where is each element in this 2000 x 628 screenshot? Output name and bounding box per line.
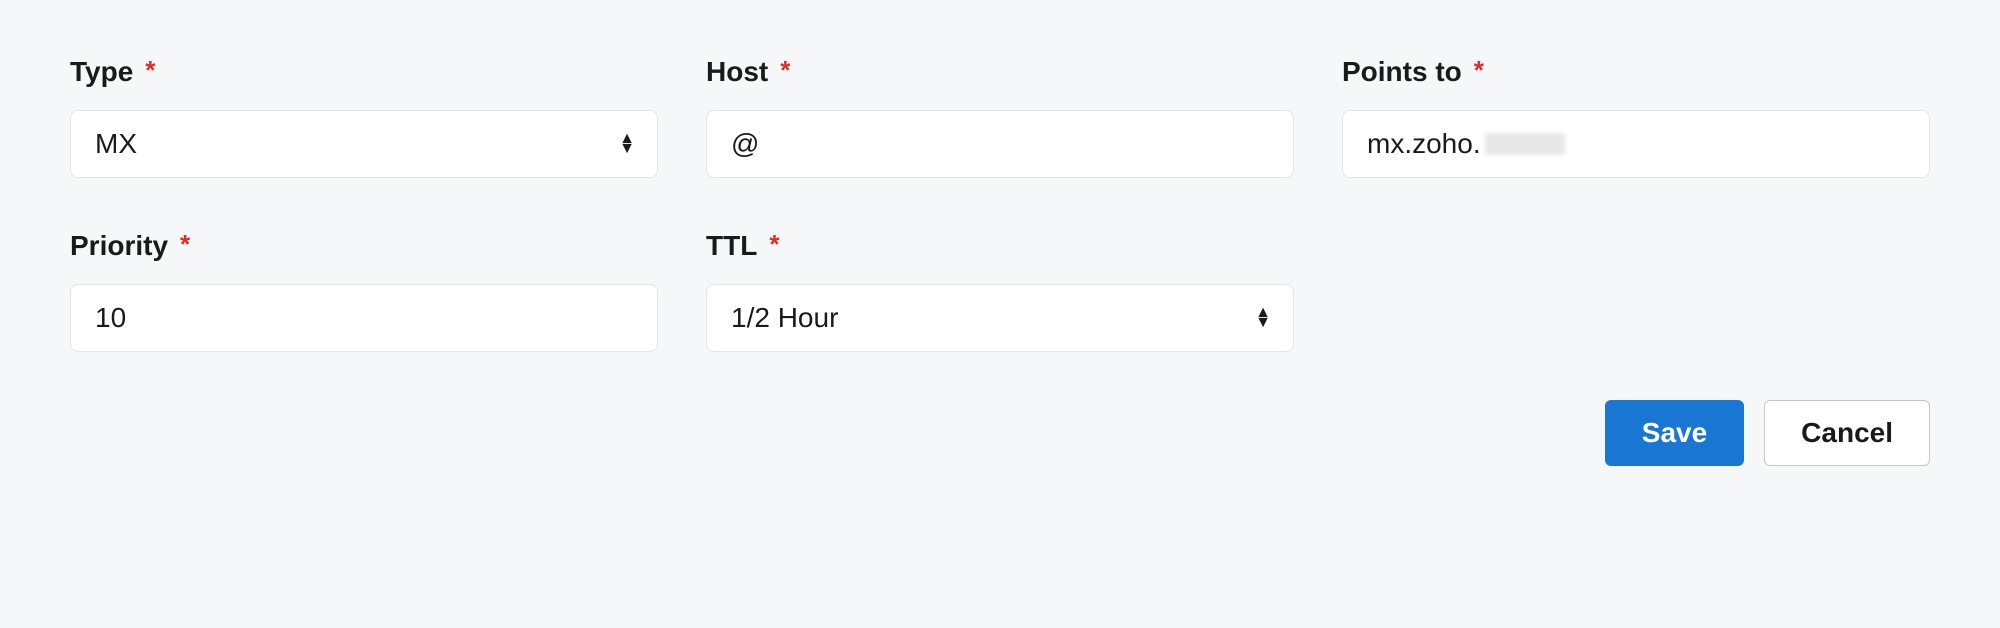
cancel-button[interactable]: Cancel [1764,400,1930,466]
required-icon: * [1474,55,1484,86]
required-icon: * [780,55,790,86]
ttl-select[interactable]: 1/2 Hour ▲▼ [706,284,1294,352]
label-ttl-text: TTL [706,230,757,262]
points-to-input[interactable]: mx.zoho. [1342,110,1930,178]
required-icon: * [145,55,155,86]
field-priority: Priority * [70,230,658,352]
field-ttl: TTL * 1/2 Hour ▲▼ [706,230,1294,352]
field-points-to: Points to * mx.zoho. [1342,56,1930,178]
host-input[interactable] [706,110,1294,178]
field-type: Type * MX ▲▼ [70,56,658,178]
type-select[interactable]: MX ▲▼ [70,110,658,178]
required-icon: * [180,229,190,260]
button-row: Save Cancel [70,400,1930,466]
label-points-to-text: Points to [1342,56,1462,88]
type-select-value: MX [95,128,601,160]
points-to-value: mx.zoho. [1367,128,1481,160]
label-type: Type * [70,56,658,88]
field-host: Host * [706,56,1294,178]
label-ttl: TTL * [706,230,1294,262]
label-host-text: Host [706,56,768,88]
label-priority-text: Priority [70,230,168,262]
ttl-select-value: 1/2 Hour [731,302,1237,334]
label-type-text: Type [70,56,133,88]
select-arrows-icon: ▲▼ [1255,308,1271,328]
select-arrows-icon: ▲▼ [619,134,635,154]
save-button[interactable]: Save [1605,400,1744,466]
label-host: Host * [706,56,1294,88]
redacted-text [1485,133,1565,155]
label-priority: Priority * [70,230,658,262]
required-icon: * [769,229,779,260]
label-points-to: Points to * [1342,56,1930,88]
empty-cell [1342,230,1930,352]
priority-input[interactable] [70,284,658,352]
